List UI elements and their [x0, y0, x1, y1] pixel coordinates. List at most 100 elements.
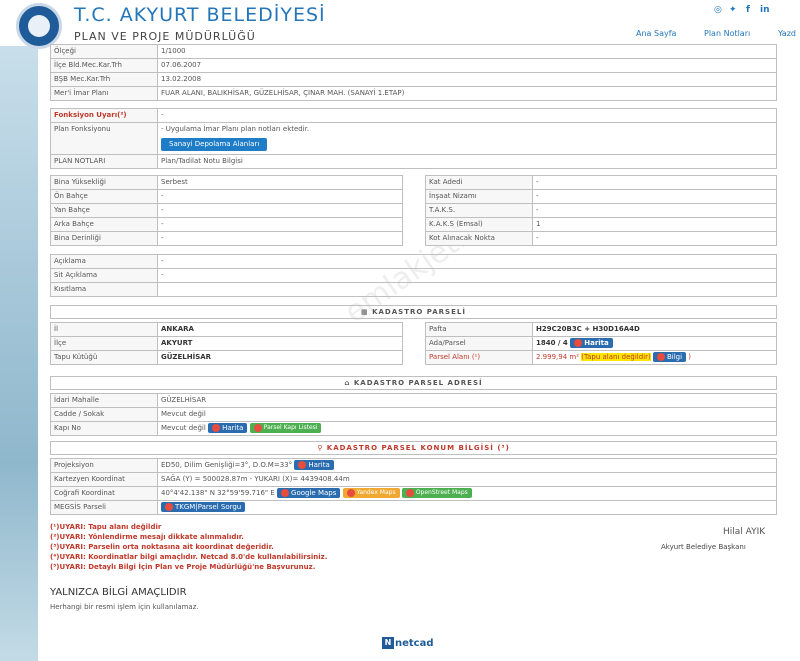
building-right: Kat Adedi - İnşaat Nizamı - T.A.K.S. - K.A.… [425, 175, 777, 246]
kadastro-right: Pafta H29C20B3C + H30D16A4D Ada/Parsel 18… [425, 322, 777, 365]
table-row: K.A.K.S (Emsal) 1 [425, 217, 777, 232]
function-block: Fonksiyon Uyarı(²) - Plan Fonksiyonu - Uy… [50, 108, 777, 169]
signature-name: Hilal AYIK [723, 527, 766, 537]
list-icon [253, 423, 262, 432]
instagram-icon[interactable]: ◎ [714, 5, 722, 15]
google-icon [281, 489, 290, 497]
site-subtitle: PLAN VE PROJE MÜDÜRLÜĞÜ [74, 30, 256, 43]
yandex-maps-button[interactable]: Yandex Maps [342, 488, 400, 498]
search-icon [165, 503, 173, 511]
building-left: Bina Yüksekliği Serbest Ön Bahçe - Yan Bah… [50, 175, 403, 246]
note-line: (²)UYARI: Yönlendirme mesajı dikkate alı… [50, 533, 244, 541]
grid-icon: ▦ [361, 308, 373, 316]
facebook-icon[interactable]: f [746, 5, 750, 15]
parsel-alani-value: 2.999,94 m² [536, 353, 580, 361]
note-line: (¹)UYARI: Tapu alanı değildir [50, 523, 162, 531]
netcad-footer: Nnetcad [382, 637, 434, 649]
plan-info-block: Ölçeği 1/1000 İlçe Bld.Mec.Kar.Trh 07.06.2… [50, 44, 777, 101]
address-block: ⌂ KADASTRO PARSEL ADRESİ İdari Mahalle GÜ… [50, 376, 777, 436]
address-header: ⌂ KADASTRO PARSEL ADRESİ [50, 376, 777, 390]
table-row: Kot Alınacak Nokta - [425, 231, 777, 246]
table-row: Kartezyen Koordinat SAĞA (Y) = 500028.87m… [50, 472, 777, 487]
description-table: Açıklama - Sit Açıklama - Kısıtlama [50, 254, 777, 297]
twitter-icon[interactable]: ✦ [729, 5, 737, 15]
osm-icon [405, 488, 414, 497]
table-row: İnşaat Nizamı - [425, 189, 777, 204]
site-header: T.C. AKYURT BELEDİYESİ PLAN VE PROJE MÜD… [0, 0, 800, 49]
site-title: T.C. AKYURT BELEDİYESİ [74, 4, 326, 26]
table-row: Cadde / Sokak Mevcut değil [50, 407, 777, 422]
plan-info-table: Ölçeği 1/1000 İlçe Bld.Mec.Kar.Trh 07.06.2… [50, 44, 777, 101]
building-right-table: Kat Adedi - İnşaat Nizamı - T.A.K.S. - K.A.… [425, 175, 777, 246]
plan-function-text: - Uygulama İmar Planı plan notları ekted… [161, 125, 310, 133]
kapi-harita-button[interactable]: Harita [208, 423, 248, 433]
ada-parsel-value: 1840 / 4 [536, 339, 568, 347]
table-row: Yan Bahçe - [50, 203, 403, 218]
note-line: (⁵)UYARI: Detaylı Bilgi İçin Plan ve Pro… [50, 563, 316, 571]
table-row: T.A.K.S. - [425, 203, 777, 218]
table-row: Mer'i İmar Planı FUAR ALANI, BALIKHİSAR, … [50, 86, 777, 101]
warning-notes: (¹)UYARI: Tapu alanı değildir (²)UYARI: … [50, 522, 327, 572]
konum-header: ⚲ KADASTRO PARSEL KONUM BİLGİSİ (³) [50, 441, 777, 455]
sanayi-depolama-button[interactable]: Sanayi Depolama Alanları [161, 138, 268, 151]
disclaimer-title: YALNIZCA BİLGİ AMAÇLIDIR [50, 587, 187, 598]
map-pin-icon [212, 424, 221, 432]
table-row: MEGSİS Parseli TKGM|Parsel Sorgu [50, 500, 777, 515]
bilgi-button[interactable]: Bilgi [652, 352, 687, 362]
table-row: Kapı No Mevcut değil Harita Parsel Kapı … [50, 421, 777, 436]
kadastro-right-table: Pafta H29C20B3C + H30D16A4D Ada/Parsel 18… [425, 322, 777, 365]
table-row: Coğrafi Koordinat 40°4'42.138" N 32°59'5… [50, 486, 777, 501]
table-row: Ön Bahçe - [50, 189, 403, 204]
netcad-logo-icon: N [382, 637, 394, 649]
linkedin-icon[interactable]: in [760, 5, 770, 15]
parsel-kapi-listesi-button[interactable]: Parsel Kapı Listesi [249, 423, 322, 433]
home-icon: ⌂ [344, 379, 354, 387]
nav-ana-sayfa[interactable]: Ana Sayfa [636, 29, 676, 38]
table-row: İdari Mahalle GÜZELHİSAR [50, 393, 777, 408]
konum-table: Projeksiyon ED50, Dilim Genişliği=3°, D.… [50, 458, 777, 515]
table-row: Projeksiyon ED50, Dilim Genişliği=3°, D.… [50, 458, 777, 473]
table-row: Kat Adedi - [425, 175, 777, 190]
table-row: Plan Fonksiyonu - Uygulama İmar Planı pl… [50, 122, 777, 155]
nav-yazdir[interactable]: Yazd [778, 29, 796, 38]
table-row: Açıklama - [50, 254, 777, 269]
location-pin-icon: ⚲ [317, 444, 327, 452]
kadastro-header: ▦ KADASTRO PARSELİ [50, 305, 777, 319]
map-pin-icon [298, 461, 307, 469]
projeksiyon-harita-button[interactable]: Harita [294, 460, 334, 470]
table-row: PLAN NOTLARI Plan/Tadilat Notu Bilgisi [50, 154, 777, 169]
table-row: Ölçeği 1/1000 [50, 44, 777, 59]
function-table: Fonksiyon Uyarı(²) - Plan Fonksiyonu - Uy… [50, 108, 777, 169]
map-pin-icon [574, 339, 583, 347]
description-block: Açıklama - Sit Açıklama - Kısıtlama [50, 254, 777, 297]
table-row: İlçe Bld.Mec.Kar.Trh 07.06.2007 [50, 58, 777, 73]
table-row: İl ANKARA [50, 322, 403, 337]
table-row: Tapu Kütüğü GÜZELHİSAR [50, 350, 403, 365]
google-maps-button[interactable]: Google Maps [277, 488, 341, 498]
kadastro-left-table: İl ANKARA İlçe AKYURT Tapu Kütüğü GÜZELHİSA… [50, 322, 403, 365]
table-row: Bina Yüksekliği Serbest [50, 175, 403, 190]
nav-plan-notlari[interactable]: Plan Notları [704, 29, 750, 38]
address-table: İdari Mahalle GÜZELHİSAR Cadde / Sokak Mev… [50, 393, 777, 436]
ada-harita-button[interactable]: Harita [570, 338, 613, 348]
table-row: Kısıtlama [50, 282, 777, 297]
table-row: Fonksiyon Uyarı(²) - [50, 108, 777, 123]
yandex-icon [346, 488, 355, 497]
table-row: Arka Bahçe - [50, 217, 403, 232]
tkgm-parsel-sorgu-button[interactable]: TKGM|Parsel Sorgu [161, 502, 246, 512]
table-row: Pafta H29C20B3C + H30D16A4D [425, 322, 777, 337]
kadastro-block: ▦ KADASTRO PARSELİ İl ANKARA İlçe AKYURT T… [50, 305, 777, 370]
table-row: BŞB Mec.Kar.Trh 13.02.2008 [50, 72, 777, 87]
info-icon [656, 353, 665, 361]
municipality-logo [16, 3, 62, 49]
openstreet-maps-button[interactable]: OpenStreet Maps [401, 488, 472, 498]
table-row: Ada/Parsel 1840 / 4 Harita [425, 336, 777, 351]
konum-block: ⚲ KADASTRO PARSEL KONUM BİLGİSİ (³) Proj… [50, 441, 777, 515]
disclaimer-text: Herhangi bir resmi işlem için kullanılam… [50, 603, 199, 611]
plan-notes-link[interactable]: Plan/Tadilat Notu Bilgisi [157, 154, 777, 169]
note-line: (⁴)UYARI: Koordinatlar bilgi amaçlıdır. … [50, 553, 328, 561]
sidebar-background [0, 0, 38, 661]
building-left-table: Bina Yüksekliği Serbest Ön Bahçe - Yan Bah… [50, 175, 403, 246]
tapu-note: (Tapu alanı değildir) [581, 353, 651, 361]
table-row: Bina Derinliği - [50, 231, 403, 246]
